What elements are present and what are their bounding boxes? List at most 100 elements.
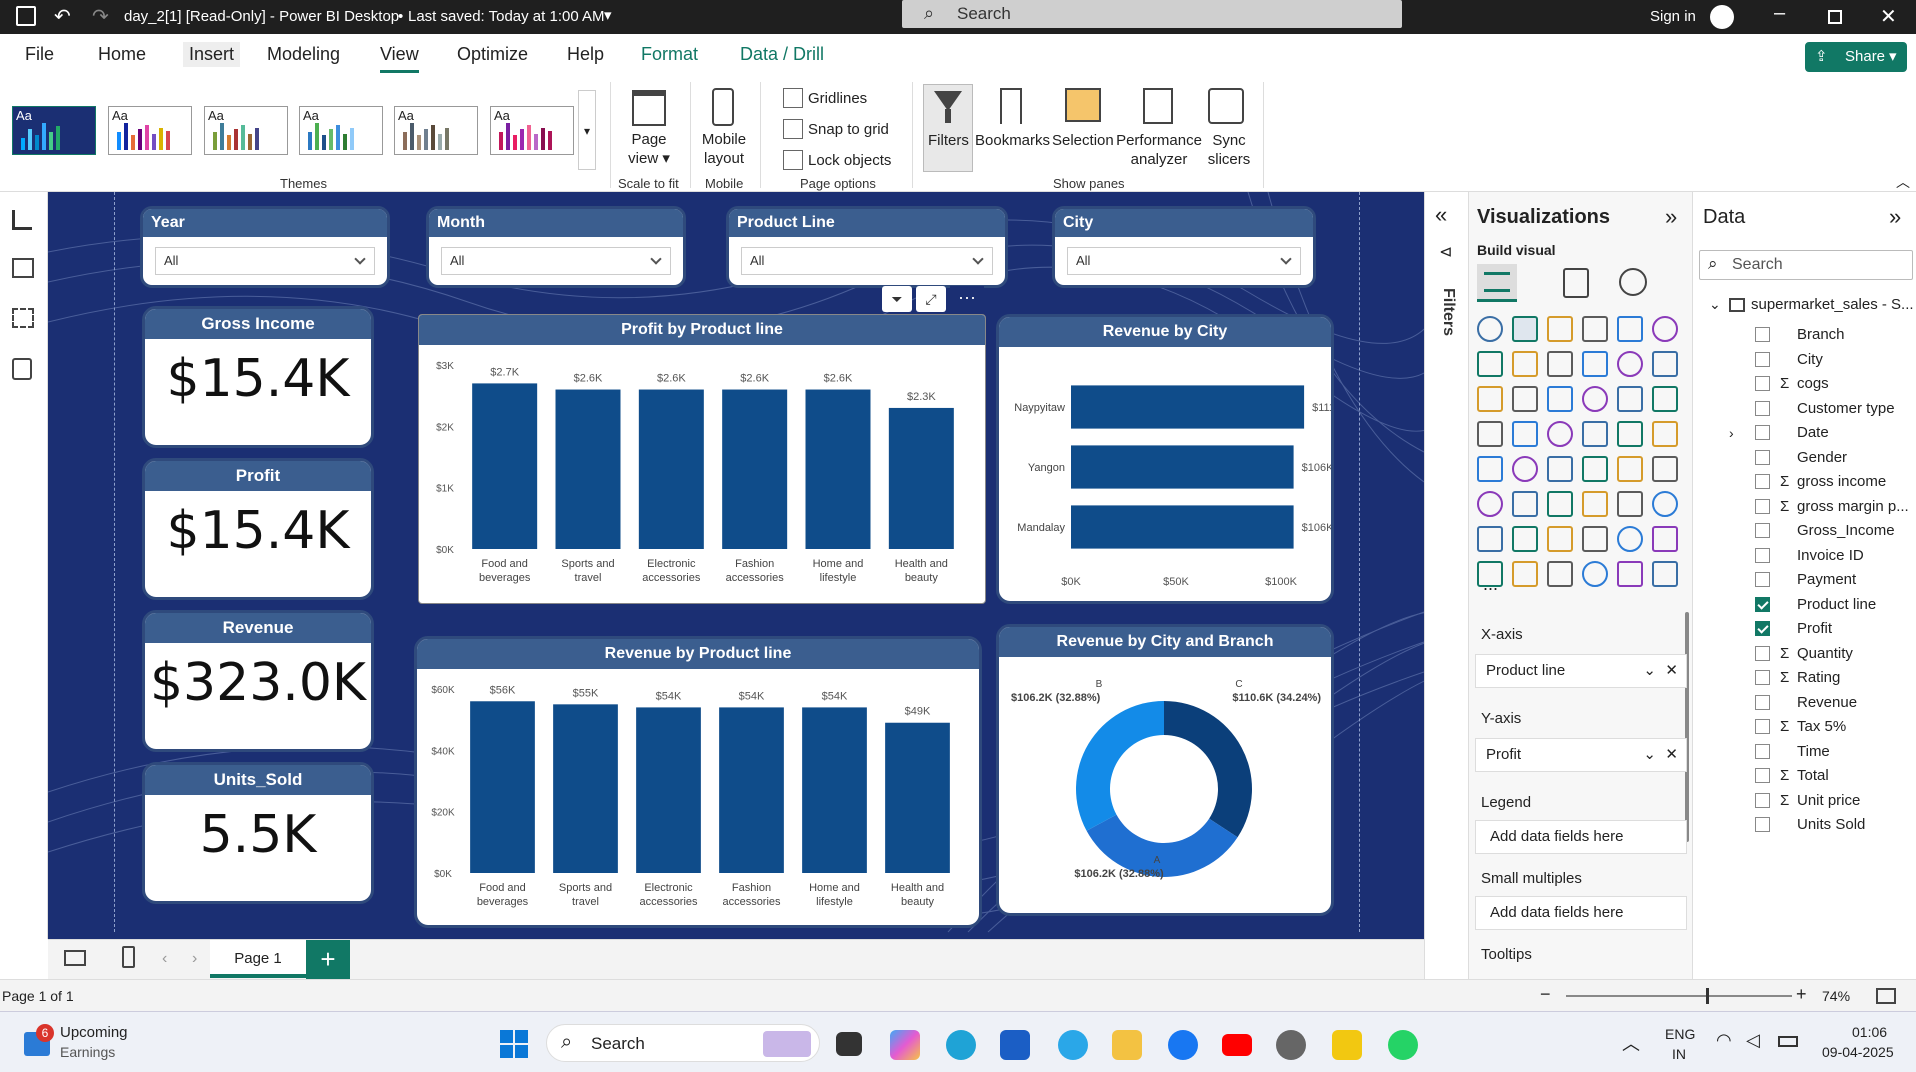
zoom-in-icon[interactable]: + [1796,984,1807,1005]
add-page-button[interactable]: + [306,940,350,980]
youtube-icon[interactable] [1222,1034,1252,1056]
minimize-icon[interactable]: – [1774,2,1785,25]
visual-type-icon[interactable] [1512,491,1538,517]
theme-thumbnail[interactable]: Aa [299,106,383,155]
title-dropdown-icon[interactable]: ▾ [604,6,612,24]
menu-home[interactable]: Home [98,44,146,65]
visual-type-icon[interactable] [1652,316,1678,342]
zoom-out-icon[interactable]: − [1540,984,1551,1005]
menu-help[interactable]: Help [567,44,604,65]
field-checkbox[interactable] [1755,498,1770,514]
field-checkbox[interactable] [1755,719,1770,734]
visual-type-icon[interactable] [1512,421,1538,447]
legend-well[interactable]: Add data fields here [1475,820,1687,854]
menu-data-drill[interactable]: Data / Drill [740,44,824,65]
revenue-by-city-chart[interactable]: Revenue by City Naypyitaw $111K Yangon $106… [996,314,1334,604]
collapse-visualizations-icon[interactable]: » [1665,204,1677,230]
visual-type-icon[interactable] [1582,456,1608,482]
field-checkbox[interactable] [1755,596,1770,612]
visual-type-icon[interactable] [1547,561,1573,587]
field-checkbox[interactable] [1755,327,1770,342]
visual-type-icon[interactable] [1512,386,1538,412]
y-axis-well[interactable]: Profit ⌄ ✕ [1475,738,1687,772]
profit-card[interactable]: Profit $15.4K [142,458,374,600]
theme-thumbnail[interactable]: Aa [490,106,574,155]
visual-type-icon[interactable] [1477,316,1503,342]
visual-type-icon[interactable] [1547,456,1573,482]
lock-objects-checkbox[interactable] [783,150,803,170]
field-item[interactable]: Σgross margin p... [1693,494,1916,520]
visual-type-icon[interactable] [1582,386,1608,412]
visual-type-icon[interactable] [1477,421,1503,447]
visual-type-icon[interactable] [1477,526,1503,552]
visual-type-icon[interactable] [1477,456,1503,482]
field-item[interactable]: Σgross income [1693,469,1916,495]
maximize-icon[interactable] [1828,10,1842,24]
theme-thumbnail-selected[interactable]: Aa [12,106,96,155]
visual-type-icon[interactable] [1582,561,1608,587]
table-expand-icon[interactable]: ⌄ [1709,296,1721,313]
build-visual-tab-icon[interactable] [1477,264,1517,302]
visual-type-icon[interactable] [1652,421,1678,447]
dax-query-view-icon[interactable] [12,358,32,380]
taskbar-search[interactable]: ⌕ Search [546,1024,820,1062]
skype-icon[interactable] [1058,1030,1088,1060]
visual-type-icon[interactable] [1582,526,1608,552]
menu-view[interactable]: View [380,44,419,73]
field-item[interactable]: Gender [1693,445,1916,471]
theme-thumbnail[interactable]: Aa [394,106,478,155]
save-icon[interactable] [16,6,36,26]
field-item[interactable]: Σ Quantity [1693,641,1916,667]
x-axis-well[interactable]: Product line ⌄ ✕ [1475,654,1687,688]
field-checkbox[interactable] [1755,670,1770,685]
edge-browser-icon[interactable] [946,1030,976,1060]
field-item[interactable]: Profit [1693,616,1916,642]
field-item[interactable]: Σ Rating [1693,665,1916,691]
slicer-dropdown[interactable]: All [1067,247,1301,275]
format-visual-tab-icon[interactable] [1563,268,1589,298]
slicer-dropdown[interactable]: All [741,247,993,275]
more-visuals-icon[interactable]: ... [1483,574,1498,595]
field-item[interactable]: Units Sold [1693,812,1916,838]
visual-type-icon[interactable] [1617,561,1643,587]
slicer-dropdown[interactable]: All [441,247,671,275]
remove-field-icon[interactable]: ✕ [1665,655,1678,687]
field-item[interactable]: Σcogs [1693,371,1916,397]
visual-type-icon[interactable] [1617,316,1643,342]
share-button[interactable]: ⇪ Share ▾ [1805,42,1907,72]
units-sold-card[interactable]: Units_Sold 5.5K [142,762,374,904]
menu-modeling[interactable]: Modeling [267,44,340,65]
facebook-icon[interactable] [1168,1030,1198,1060]
visual-type-icon[interactable] [1477,351,1503,377]
report-view-icon[interactable] [12,210,32,230]
visual-type-icon[interactable] [1512,351,1538,377]
visual-type-icon[interactable] [1617,491,1643,517]
visual-type-icon[interactable] [1547,491,1573,517]
field-checkbox[interactable] [1755,351,1770,367]
ribbon-collapse-icon[interactable]: ︿ [1896,172,1910,192]
visual-type-icon[interactable] [1652,561,1678,587]
field-checkbox[interactable] [1755,621,1770,636]
remove-field-icon[interactable]: ✕ [1665,739,1678,771]
visual-type-icon[interactable] [1652,456,1678,482]
store-icon[interactable] [1000,1030,1030,1060]
field-item[interactable]: City [1693,347,1916,373]
show-hidden-icons[interactable]: ︿ [1622,1030,1640,1056]
prev-page-icon[interactable]: ‹ [162,950,167,968]
next-page-icon[interactable]: › [192,950,197,968]
visual-type-icon[interactable] [1652,491,1678,517]
visual-type-icon[interactable] [1547,316,1573,342]
pane-scrollbar[interactable] [1685,612,1689,842]
menu-optimize[interactable]: Optimize [457,44,528,65]
wifi-icon[interactable]: ◠ [1716,1030,1732,1051]
snap-to-grid-checkbox[interactable] [783,119,803,139]
year-slicer[interactable]: Year All [140,206,390,288]
chevron-down-icon[interactable]: ⌄ [1643,739,1656,771]
field-checkbox[interactable] [1755,449,1770,465]
fit-to-page-icon[interactable] [1876,988,1896,1004]
zoom-slider-thumb[interactable] [1706,988,1709,1004]
field-item[interactable]: Time [1693,739,1916,765]
task-view-icon[interactable] [836,1032,862,1056]
user-avatar-icon[interactable] [1710,5,1734,29]
slicer-dropdown[interactable]: All [155,247,375,275]
